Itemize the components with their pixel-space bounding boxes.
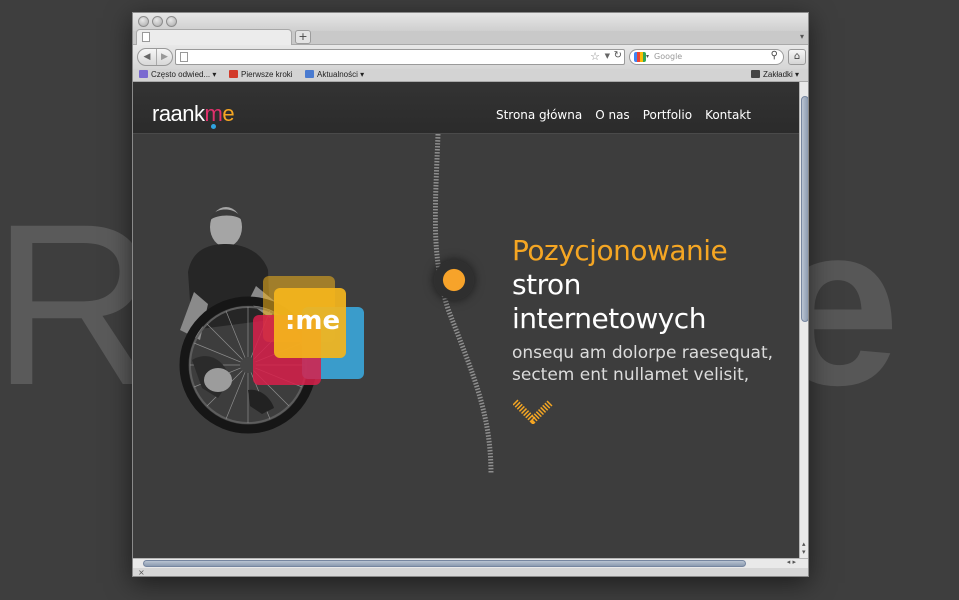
back-button[interactable]: ◀ [138, 49, 156, 65]
address-bar[interactable]: ☆ ▼ ↻ [175, 49, 625, 65]
site-logo[interactable]: raankme [152, 101, 235, 127]
bookmark-star-icon[interactable]: ☆ [590, 50, 600, 63]
logo-dot [211, 124, 216, 129]
vertical-scrollbar[interactable]: ▴ ▾ [799, 82, 808, 558]
google-icon[interactable] [634, 52, 646, 62]
me-badge-text: :me [285, 306, 340, 336]
horizontal-scrollbar[interactable]: ◂ ▸ [133, 558, 808, 568]
hero-title-line-1: Pozycjonowanie [512, 234, 728, 267]
rss-icon [305, 70, 314, 78]
search-placeholder: Google [654, 52, 683, 61]
hero-title-line-2: stron [512, 268, 581, 301]
bookmarks-icon [751, 70, 760, 78]
tab-strip: + ▾ [133, 29, 808, 45]
search-input[interactable]: ▾ Google ⚲ [629, 49, 784, 65]
navigation-toolbar: ◀ ▶ ☆ ▼ ↻ ▾ Google ⚲ ⌂ [133, 45, 808, 69]
forward-button[interactable]: ▶ [156, 49, 172, 65]
reload-button[interactable]: ↻ [614, 50, 622, 61]
nav-item-about[interactable]: O nas [595, 108, 629, 122]
bookmarks-toolbar: Często odwied... ▾ Pierwsze kroki Aktual… [133, 69, 808, 82]
magnifier-icon[interactable]: ⚲ [771, 49, 778, 63]
nav-item-contact[interactable]: Kontakt [705, 108, 751, 122]
folder-icon [139, 70, 148, 78]
bookmarks-menu[interactable]: Zakładki ▾ [751, 70, 799, 80]
hero-subtitle-line-1: onsequ am dolorpe raesequat, [512, 343, 774, 363]
hero-title-line-3: internetowych [512, 302, 706, 335]
bookmark-item-most-visited[interactable]: Często odwied... ▾ [139, 70, 216, 80]
browser-tab[interactable] [136, 29, 292, 45]
page-icon [142, 32, 150, 42]
vertical-scroll-thumb[interactable] [801, 96, 808, 322]
orange-orb-icon [434, 260, 474, 300]
minimize-window-button[interactable] [152, 16, 163, 27]
close-window-button[interactable] [138, 16, 149, 27]
zoom-window-button[interactable] [166, 16, 177, 27]
decorative-arc [433, 134, 494, 474]
firefox-icon [229, 70, 238, 78]
main-nav: Strona główna O nas Portfolio Kontakt [496, 108, 751, 122]
search-engine-dropdown-icon[interactable]: ▾ [646, 50, 649, 64]
site-header: raankme Strona główna O nas Portfolio Ko… [133, 82, 799, 134]
browser-window: + ▾ ◀ ▶ ☆ ▼ ↻ ▾ Google ⚲ ⌂ Często odwied… [132, 12, 809, 577]
nav-item-portfolio[interactable]: Portfolio [643, 108, 692, 122]
page-content: raankme Strona główna O nas Portfolio Ko… [133, 82, 799, 558]
bookmark-item-getting-started[interactable]: Pierwsze kroki [229, 70, 293, 80]
history-dropdown-icon[interactable]: ▼ [605, 52, 610, 60]
horizontal-scroll-thumb[interactable] [143, 560, 746, 567]
home-button[interactable]: ⌂ [788, 49, 806, 65]
hero-subtitle-line-2: sectem ent nullamet velisit, [512, 365, 750, 385]
bookmark-item-news[interactable]: Aktualności ▾ [305, 70, 364, 80]
hero-photo: :me [179, 207, 364, 434]
vertical-scroll-arrows-icon[interactable]: ▴ ▾ [802, 540, 806, 556]
tab-list-icon[interactable]: ▾ [800, 32, 804, 41]
status-bar: × [133, 568, 808, 576]
page-icon [180, 52, 188, 62]
new-tab-button[interactable]: + [295, 30, 311, 44]
scroll-down-chevron-icon[interactable] [513, 398, 555, 424]
back-forward-group: ◀ ▶ [137, 48, 173, 66]
horizontal-scroll-arrows-icon[interactable]: ◂ ▸ [787, 558, 796, 566]
close-findbar-icon[interactable]: × [138, 568, 145, 576]
nav-item-home[interactable]: Strona główna [496, 108, 582, 122]
